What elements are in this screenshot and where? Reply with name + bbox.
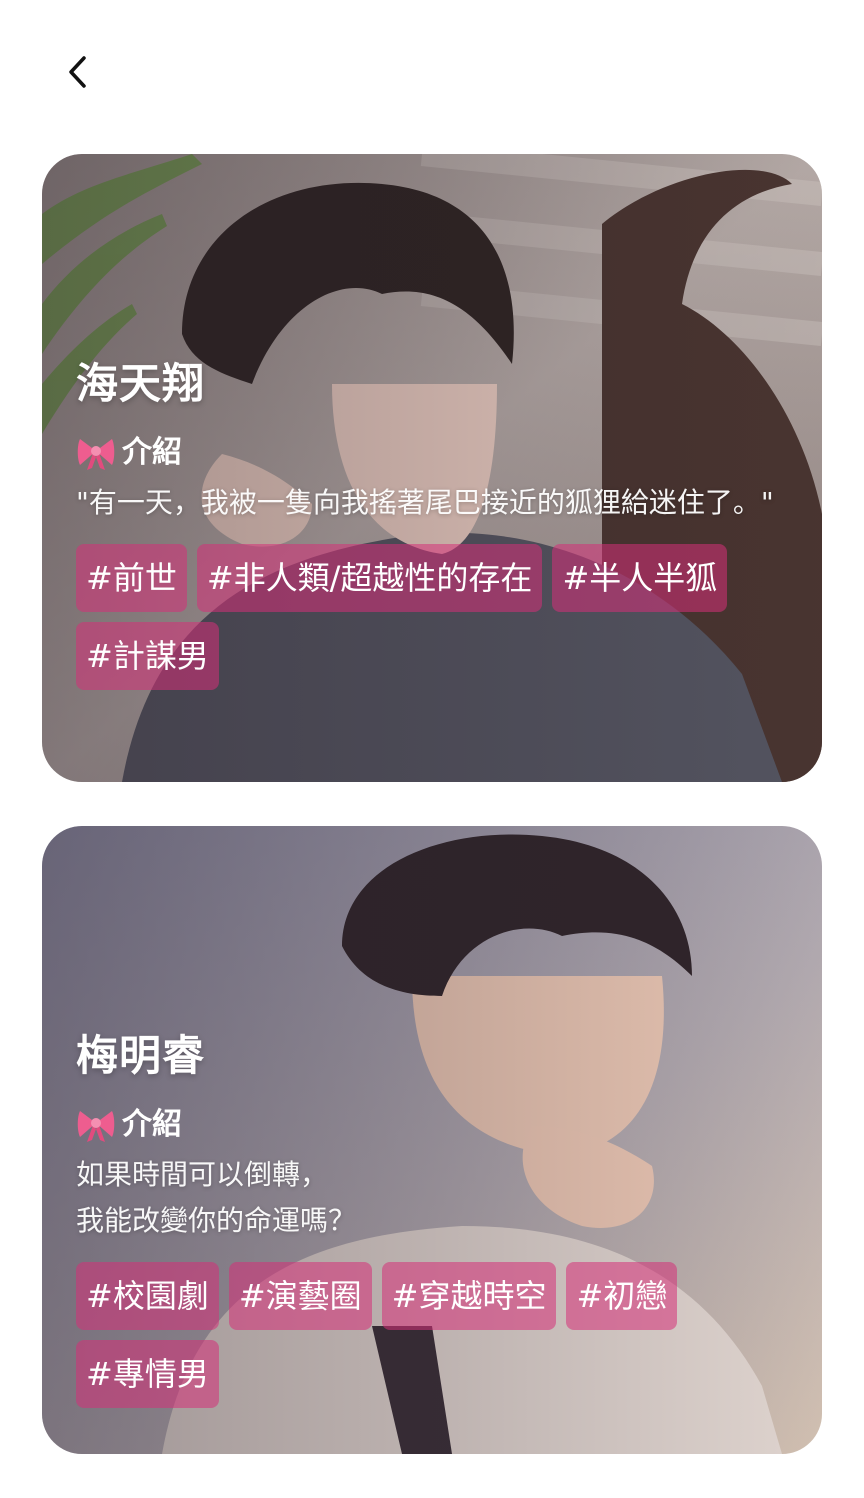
card-content: 梅明睿 介紹 如果時間可以倒轉， 我能改變你的命運嗎？ #校園劇 #演藝圈 #穿… xyxy=(76,1026,788,1408)
tag-chip[interactable]: #初戀 xyxy=(566,1262,678,1330)
intro-heading: 介紹 xyxy=(76,1102,788,1148)
character-name: 梅明睿 xyxy=(76,1031,206,1080)
character-description: "有一天，我被一隻向我搖著尾巴接近的狐狸給迷住了。" xyxy=(76,486,774,519)
tag-chip[interactable]: #非人類/超越性的存在 xyxy=(196,544,543,612)
chevron-left-icon xyxy=(69,56,86,88)
intro-label: 介紹 xyxy=(122,435,182,470)
character-card[interactable]: 梅明睿 介紹 如果時間可以倒轉， 我能改變你的命運嗎？ #校園劇 #演藝圈 #穿… xyxy=(42,826,822,1454)
tag-chip[interactable]: #校園劇 xyxy=(76,1262,219,1330)
tag-chip[interactable]: #演藝圈 xyxy=(228,1262,372,1330)
card-content: 海天翔 介紹 "有一天，我被一隻向我搖著尾巴接近的狐狸給迷住了。" #前世 #非… xyxy=(76,354,788,690)
tag-chip[interactable]: #穿越時空 xyxy=(381,1262,557,1330)
ribbon-bow-icon xyxy=(77,439,115,470)
tag-chip[interactable]: #專情男 xyxy=(76,1340,219,1408)
tag-chip[interactable]: #計謀男 xyxy=(76,622,219,690)
character-description: 如果時間可以倒轉， 我能改變你的命運嗎？ xyxy=(76,1158,357,1237)
ribbon-bow-icon xyxy=(77,1111,115,1142)
tag-chip[interactable]: #半人半狐 xyxy=(552,544,728,612)
intro-label: 介紹 xyxy=(122,1107,182,1142)
character-list-page: 海天翔 介紹 "有一天，我被一隻向我搖著尾巴接近的狐狸給迷住了。" #前世 #非… xyxy=(0,0,864,1498)
intro-heading: 介紹 xyxy=(76,430,788,476)
tag-list: #前世 #非人類/超越性的存在 #半人半狐 #計謀男 xyxy=(76,544,776,690)
character-name: 海天翔 xyxy=(76,359,206,408)
tag-chip[interactable]: #前世 xyxy=(76,544,187,612)
tag-list: #校園劇 #演藝圈 #穿越時空 #初戀 #專情男 xyxy=(76,1262,776,1408)
character-card[interactable]: 海天翔 介紹 "有一天，我被一隻向我搖著尾巴接近的狐狸給迷住了。" #前世 #非… xyxy=(42,154,822,782)
back-button[interactable] xyxy=(52,46,104,98)
